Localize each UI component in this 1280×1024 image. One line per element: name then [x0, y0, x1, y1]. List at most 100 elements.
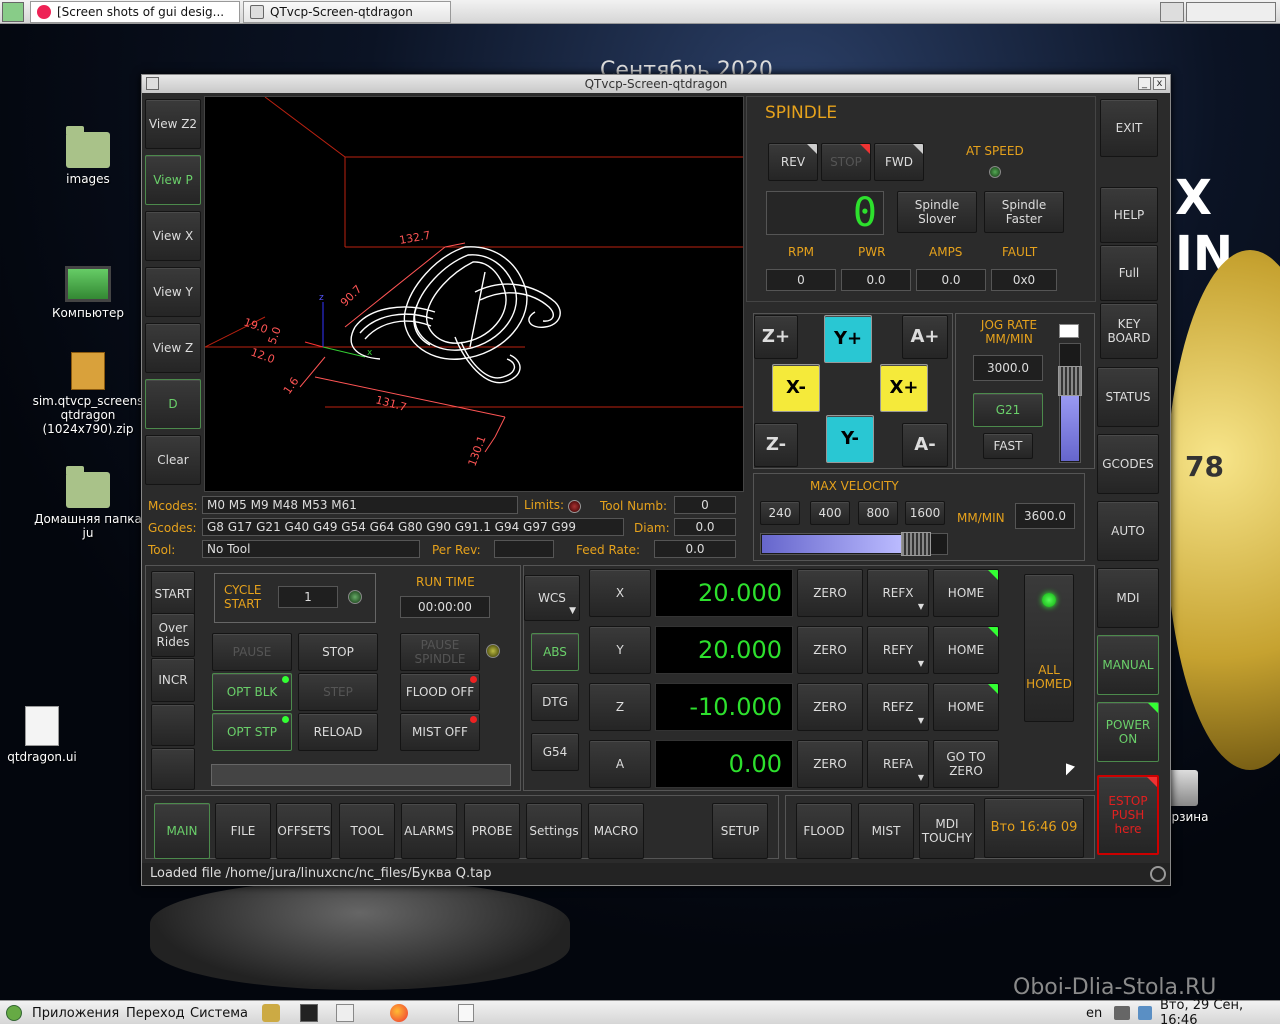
- flood-button[interactable]: FLOOD: [796, 803, 852, 859]
- tab-tool[interactable]: TOOL: [339, 803, 395, 859]
- manual-mode-button[interactable]: MANUAL: [1097, 635, 1159, 695]
- home-x-button[interactable]: HOME: [933, 569, 999, 617]
- pause-button[interactable]: PAUSE: [212, 633, 292, 671]
- tab-main[interactable]: MAIN: [154, 803, 210, 859]
- jog-z-plus-button[interactable]: Z+: [754, 315, 798, 359]
- view-p-button[interactable]: View P: [145, 155, 201, 205]
- jog-a-plus-button[interactable]: A+: [902, 315, 948, 359]
- opt-stp-button[interactable]: OPT STP: [212, 713, 292, 751]
- max-velocity-slider-handle[interactable]: [901, 532, 931, 556]
- pause-spindle-button[interactable]: PAUSE SPINDLE: [400, 633, 480, 671]
- jog-x-plus-button[interactable]: X+: [880, 364, 928, 412]
- desktop-icon-ui-file[interactable]: qtdragon.ui: [0, 706, 102, 764]
- workspace-1[interactable]: [1160, 2, 1184, 22]
- exit-button[interactable]: EXIT: [1100, 99, 1158, 157]
- estop-button[interactable]: ESTOP PUSH here: [1097, 775, 1159, 855]
- mist-button[interactable]: MIST: [858, 803, 914, 859]
- mist-off-button[interactable]: MIST OFF: [400, 713, 480, 751]
- view-y-button[interactable]: View Y: [145, 267, 201, 317]
- overrides-button[interactable]: Over Rides: [151, 613, 195, 657]
- tab-probe[interactable]: PROBE: [464, 803, 520, 859]
- opt-blk-button[interactable]: OPT BLK: [212, 673, 292, 711]
- places-menu[interactable]: Переход: [126, 1004, 185, 1022]
- step-button[interactable]: STEP: [298, 673, 378, 711]
- cycle-count-field[interactable]: 1: [278, 586, 338, 608]
- jog-y-plus-button[interactable]: Y+: [824, 315, 872, 363]
- incr-button[interactable]: INCR: [151, 658, 195, 702]
- jog-fast-button[interactable]: FAST: [983, 433, 1033, 459]
- clear-button[interactable]: Clear: [145, 435, 201, 485]
- view-x-button[interactable]: View X: [145, 211, 201, 261]
- launcher-icon[interactable]: [262, 1004, 280, 1022]
- status-button[interactable]: STATUS: [1097, 367, 1159, 427]
- network-icon[interactable]: [1138, 1006, 1152, 1020]
- taskbar-clock[interactable]: Вто, 29 Сен, 16:46: [1160, 998, 1280, 1024]
- view-z-button[interactable]: View Z: [145, 323, 201, 373]
- tab-settings[interactable]: Settings: [526, 803, 582, 859]
- units-g21-button[interactable]: G21: [973, 393, 1043, 427]
- refx-button[interactable]: REFX ▼: [867, 569, 929, 617]
- wcs-dropdown[interactable]: WCS ▼: [524, 575, 580, 621]
- jog-y-minus-button[interactable]: Y-: [826, 415, 874, 463]
- text-editor-icon[interactable]: [336, 1004, 354, 1022]
- tab-alarms[interactable]: ALARMS: [401, 803, 457, 859]
- view-z2-button[interactable]: View Z2: [145, 99, 201, 149]
- desktop-icon-computer[interactable]: Компьютер: [28, 266, 148, 320]
- dtg-button[interactable]: DTG: [531, 683, 579, 721]
- zero-x-button[interactable]: ZERO: [797, 569, 863, 617]
- window-list-icon[interactable]: [458, 1004, 474, 1022]
- empty-button-2[interactable]: [151, 748, 195, 790]
- spindle-faster-button[interactable]: Spindle Faster: [984, 191, 1064, 233]
- zero-z-button[interactable]: ZERO: [797, 683, 863, 731]
- zero-a-button[interactable]: ZERO: [797, 740, 863, 788]
- gcode-preview[interactable]: 132.7 19.0 12.0 5.0 1.6 131.7 130.1 90.7…: [204, 96, 744, 492]
- window-menu-icon[interactable]: [146, 77, 159, 90]
- applications-menu[interactable]: Приложения: [32, 1004, 119, 1022]
- tab-offsets[interactable]: OFFSETS: [276, 803, 332, 859]
- workspace-2[interactable]: [1186, 2, 1276, 22]
- jog-a-minus-button[interactable]: A-: [902, 423, 948, 467]
- mdi-mode-button[interactable]: MDI: [1097, 568, 1159, 628]
- zero-y-button[interactable]: ZERO: [797, 626, 863, 674]
- minimize-button[interactable]: _: [1138, 77, 1151, 90]
- help-button[interactable]: HELP: [1100, 187, 1158, 243]
- power-on-button[interactable]: POWER ON: [1097, 702, 1159, 762]
- g54-button[interactable]: G54: [531, 733, 579, 771]
- desktop-icon-home[interactable]: Домашняя папка ju: [28, 466, 148, 540]
- spindle-stop-button[interactable]: STOP: [821, 143, 871, 181]
- abs-button[interactable]: ABS: [531, 633, 579, 671]
- empty-button-1[interactable]: [151, 704, 195, 746]
- mdi-touchy-button[interactable]: MDI TOUCHY: [919, 803, 975, 859]
- jog-x-minus-button[interactable]: X-: [772, 364, 820, 412]
- system-menu[interactable]: Система: [190, 1004, 248, 1022]
- refa-button[interactable]: REFA ▼: [867, 740, 929, 788]
- maxvel-preset-400-button[interactable]: 400: [810, 501, 850, 525]
- volume-icon[interactable]: [1114, 1006, 1130, 1020]
- tab-file[interactable]: FILE: [215, 803, 271, 859]
- spindle-slower-button[interactable]: Spindle Slover: [897, 191, 977, 233]
- jog-rate-slider[interactable]: [1058, 343, 1082, 463]
- view-d-button[interactable]: D: [145, 379, 201, 429]
- spindle-rev-button[interactable]: REV: [768, 143, 818, 181]
- spindle-fwd-button[interactable]: FWD: [874, 143, 924, 181]
- gcodes-button[interactable]: GCODES: [1097, 434, 1159, 494]
- show-desktop-icon[interactable]: [2, 2, 24, 22]
- auto-mode-button[interactable]: AUTO: [1097, 501, 1159, 561]
- flood-off-button[interactable]: FLOOD OFF: [400, 673, 480, 711]
- keyboard-layout[interactable]: en: [1086, 1004, 1102, 1022]
- fullscreen-button[interactable]: Full: [1100, 245, 1158, 301]
- start-button[interactable]: START: [151, 571, 195, 617]
- settings-gear-icon[interactable]: [1150, 866, 1166, 882]
- home-z-button[interactable]: HOME: [933, 683, 999, 731]
- taskbar-tab-screenshots[interactable]: [Screen shots of gui desig...: [30, 1, 240, 23]
- tab-macro[interactable]: MACRO: [588, 803, 644, 859]
- reload-button[interactable]: RELOAD: [298, 713, 378, 751]
- window-titlebar[interactable]: QTvcp-Screen-qtdragon _ x: [142, 75, 1170, 93]
- max-velocity-slider[interactable]: [760, 532, 948, 556]
- desktop-icon-images[interactable]: images: [28, 126, 148, 186]
- jog-z-minus-button[interactable]: Z-: [754, 423, 798, 467]
- maxvel-preset-1600-button[interactable]: 1600: [905, 501, 945, 525]
- maxvel-preset-240-button[interactable]: 240: [760, 501, 800, 525]
- home-y-button[interactable]: HOME: [933, 626, 999, 674]
- maxvel-preset-800-button[interactable]: 800: [858, 501, 898, 525]
